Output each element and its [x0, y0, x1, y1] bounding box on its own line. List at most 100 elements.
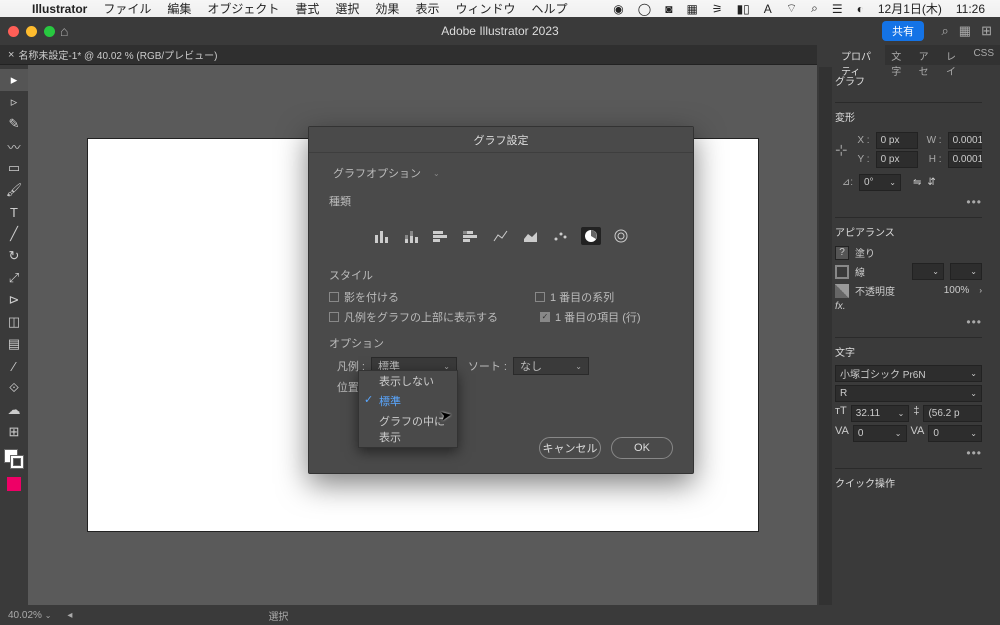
status-line-icon[interactable]: ◯: [633, 2, 656, 16]
graph-option-select[interactable]: グラフオプション ⌄: [329, 163, 444, 183]
window-close-icon[interactable]: [8, 26, 19, 37]
font-size-input[interactable]: 32.11⌄: [851, 405, 910, 422]
color-mode[interactable]: [7, 477, 21, 491]
status-icon2[interactable]: ▦: [681, 2, 702, 16]
siri-icon[interactable]: ◐: [852, 2, 869, 16]
shadow-checkbox[interactable]: 影を付ける: [329, 289, 399, 305]
sort-select[interactable]: なし⌄: [513, 357, 589, 375]
menu-view[interactable]: 表示: [409, 0, 445, 17]
wifi-icon[interactable]: ⌔: [781, 1, 802, 16]
stacked-column-icon[interactable]: [401, 227, 421, 245]
selection-tool[interactable]: ▸: [0, 69, 28, 91]
pie-graph-icon[interactable]: [581, 227, 601, 245]
nav-prev-icon[interactable]: ◂: [67, 610, 72, 621]
battery-icon[interactable]: ▮▯: [732, 2, 755, 16]
tracking-input[interactable]: 0⌄: [928, 425, 982, 442]
tab-layers[interactable]: レイ: [940, 45, 967, 65]
kerning-input[interactable]: 0⌄: [853, 425, 907, 442]
menu-file[interactable]: ファイル: [97, 0, 157, 17]
menu-type[interactable]: 書式: [289, 0, 325, 17]
rectangle-tool[interactable]: ▭: [0, 157, 28, 179]
h-input[interactable]: [948, 151, 982, 168]
reference-point-icon[interactable]: ⊹: [835, 141, 848, 159]
eyedropper-tool[interactable]: ⁄: [0, 355, 28, 377]
stroke-weight[interactable]: ⌄: [912, 263, 944, 280]
control-center-icon[interactable]: ☰: [827, 2, 848, 16]
tab-assets[interactable]: アセ: [913, 45, 940, 65]
pen-tool[interactable]: ✎: [0, 113, 28, 135]
y-input[interactable]: [876, 151, 918, 168]
more-icon[interactable]: •••: [966, 315, 982, 329]
width-tool[interactable]: ⊳: [0, 289, 28, 311]
opacity-value[interactable]: 100%: [944, 285, 970, 296]
first-col-checkbox[interactable]: 1 番目の系列: [535, 289, 614, 305]
workspace-icon[interactable]: ⊞: [981, 23, 992, 39]
line-graph-icon[interactable]: [491, 227, 511, 245]
menu-item-none[interactable]: 表示しない: [359, 371, 457, 391]
scale-tool[interactable]: ⤢: [0, 267, 28, 289]
share-button[interactable]: 共有: [882, 21, 924, 41]
menu-edit[interactable]: 編集: [161, 0, 197, 17]
status-icon[interactable]: ◙: [660, 2, 677, 16]
font-style-select[interactable]: R⌄: [835, 385, 982, 402]
time[interactable]: 11:26: [951, 2, 990, 16]
paintbrush-tool[interactable]: 🖌: [0, 179, 28, 201]
bluetooth-icon[interactable]: ⚞: [707, 2, 728, 16]
tab-label[interactable]: 名称未設定-1* @ 40.02 % (RGB/プレビュー): [18, 47, 217, 62]
font-select[interactable]: 小塚ゴシック Pr6N⌄: [835, 365, 982, 382]
first-row-checkbox[interactable]: ✓1 番目の項目 (行): [540, 309, 641, 325]
more-icon[interactable]: •••: [966, 195, 982, 209]
date[interactable]: 12月1日(木): [873, 0, 947, 17]
fill-swatch[interactable]: ?: [835, 246, 849, 260]
area-graph-icon[interactable]: [521, 227, 541, 245]
legend-top-checkbox[interactable]: 凡例をグラフの上部に表示する: [329, 309, 498, 325]
status-cc-icon[interactable]: ◉: [608, 2, 628, 16]
angle-input[interactable]: 0°⌄: [859, 174, 901, 191]
shape-builder-tool[interactable]: ◫: [0, 311, 28, 333]
fill-stroke-swatch[interactable]: [0, 447, 28, 475]
cancel-button[interactable]: キャンセル: [539, 437, 601, 459]
bar-graph-icon[interactable]: [431, 227, 451, 245]
curvature-tool[interactable]: 〰: [0, 135, 28, 157]
stroke-swatch[interactable]: [835, 265, 849, 279]
x-input[interactable]: [876, 132, 918, 149]
tab-character[interactable]: 文字: [885, 45, 912, 65]
menu-help[interactable]: ヘルプ: [525, 0, 573, 17]
zoom-select[interactable]: 40.02% ⌄: [8, 610, 51, 621]
blend-tool[interactable]: ⟐: [0, 377, 28, 399]
flip-v-icon[interactable]: ⇵: [927, 177, 935, 188]
window-max-icon[interactable]: [44, 26, 55, 37]
stacked-bar-icon[interactable]: [461, 227, 481, 245]
ok-button[interactable]: OK: [611, 437, 673, 459]
tab-properties[interactable]: プロパティ: [835, 45, 885, 65]
leading-input[interactable]: (56.2 p: [923, 405, 982, 422]
home-icon[interactable]: ⌂: [60, 23, 68, 39]
graph-tool[interactable]: ⊞: [0, 421, 28, 443]
stroke-style[interactable]: ⌄: [950, 263, 982, 280]
radar-graph-icon[interactable]: [611, 227, 631, 245]
tab-css[interactable]: CSS: [967, 45, 1000, 65]
fx-icon[interactable]: fx.: [835, 301, 846, 312]
scatter-graph-icon[interactable]: [551, 227, 571, 245]
opacity-caret-icon[interactable]: ›: [979, 286, 982, 295]
menu-window[interactable]: ウィンドウ: [449, 0, 521, 17]
symbol-tool[interactable]: ☁: [0, 399, 28, 421]
panel-scrollbar[interactable]: [819, 67, 832, 605]
search-icon[interactable]: ⌕: [942, 23, 949, 39]
gradient-tool[interactable]: ▤: [0, 333, 28, 355]
type-tool[interactable]: T: [0, 201, 28, 223]
rotate-tool[interactable]: ↻: [0, 245, 28, 267]
menu-effect[interactable]: 効果: [369, 0, 405, 17]
spotlight-icon[interactable]: ⌕: [806, 1, 823, 16]
column-graph-icon[interactable]: [371, 227, 391, 245]
menu-select[interactable]: 選択: [329, 0, 365, 17]
arrange-icon[interactable]: ▦: [959, 23, 971, 39]
w-input[interactable]: [948, 132, 982, 149]
tab-close-icon[interactable]: ×: [8, 49, 14, 61]
menu-object[interactable]: オブジェクト: [201, 0, 285, 17]
window-min-icon[interactable]: [26, 26, 37, 37]
direct-select-tool[interactable]: ▹: [0, 91, 28, 113]
flip-h-icon[interactable]: ⇋: [913, 177, 921, 188]
app-menu[interactable]: Illustrator: [26, 2, 93, 16]
input-icon[interactable]: A: [759, 2, 777, 16]
